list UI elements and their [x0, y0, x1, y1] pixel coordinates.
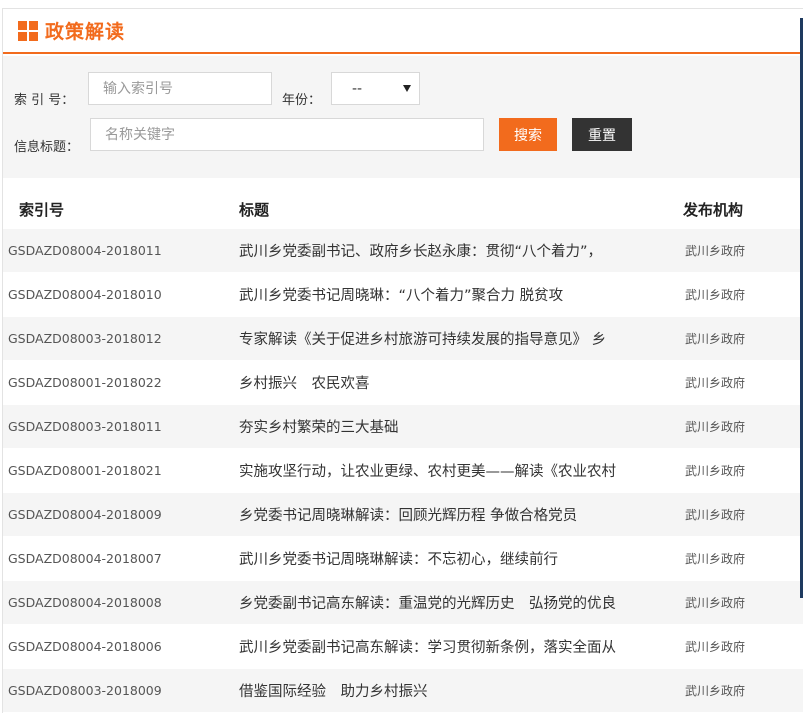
- column-header-title: 标题: [239, 200, 270, 219]
- row-title-link[interactable]: 武川乡党委书记周晓琳：“八个着力”聚合力 脱贫攻: [239, 284, 683, 305]
- row-org: 武川乡政府: [685, 596, 746, 610]
- row-title-link[interactable]: 实施攻坚行动，让农业更绿、农村更美——解读《农业农村: [239, 460, 683, 481]
- table-row[interactable]: GSDAZD08001-2018022 乡村振兴 农民欢喜 武川乡政府: [3, 361, 803, 405]
- row-index: GSDAZD08001-2018022: [8, 375, 162, 390]
- row-org: 武川乡政府: [685, 508, 746, 522]
- row-index: GSDAZD08004-2018007: [8, 551, 162, 566]
- row-title-link[interactable]: 武川乡党委副书记、政府乡长赵永康：贯彻“八个着力”，: [239, 240, 683, 261]
- row-title-link[interactable]: 专家解读《关于促进乡村旅游可持续发展的指导意见》 乡: [239, 328, 683, 349]
- row-title-link[interactable]: 夯实乡村繁荣的三大基础: [239, 416, 683, 437]
- reset-button[interactable]: 重置: [572, 118, 632, 151]
- row-title-link[interactable]: 乡党委书记周晓琳解读：回顾光辉历程 争做合格党员: [239, 504, 683, 525]
- row-index: GSDAZD08004-2018009: [8, 507, 162, 522]
- row-index: GSDAZD08004-2018006: [8, 639, 162, 654]
- grid-icon: [18, 20, 38, 41]
- table-row[interactable]: GSDAZD08001-2018021 实施攻坚行动，让农业更绿、农村更美——解读…: [3, 449, 803, 493]
- year-label: 年份：: [282, 93, 322, 108]
- row-org: 武川乡政府: [685, 332, 746, 346]
- table-row[interactable]: GSDAZD08004-2018009 乡党委书记周晓琳解读：回顾光辉历程 争做合…: [3, 493, 803, 537]
- row-title-link[interactable]: 乡村振兴 农民欢喜: [239, 372, 683, 393]
- table-row[interactable]: GSDAZD08004-2018011 武川乡党委副书记、政府乡长赵永康：贯彻“八…: [3, 229, 803, 273]
- year-select-value: --: [352, 80, 363, 97]
- row-index: GSDAZD08004-2018008: [8, 595, 162, 610]
- table-row[interactable]: GSDAZD08003-2018012 专家解读《关于促进乡村旅游可持续发展的指导…: [3, 317, 803, 361]
- year-select[interactable]: --: [331, 72, 420, 105]
- column-header-org: 发布机构: [683, 200, 744, 219]
- row-title-link[interactable]: 借鉴国际经验 助力乡村振兴: [239, 680, 683, 701]
- policy-panel: 政策解读 索 引 号： 年份： -- 信息标题： 搜索 重置 索引号 标题 发布…: [2, 8, 803, 713]
- title-keyword-input[interactable]: [90, 118, 484, 151]
- search-button[interactable]: 搜索: [499, 118, 557, 151]
- filter-form: 索 引 号： 年份： -- 信息标题： 搜索 重置: [3, 56, 803, 178]
- table-row[interactable]: GSDAZD08003-2018011 夯实乡村繁荣的三大基础 武川乡政府: [3, 405, 803, 449]
- row-index: GSDAZD08003-2018012: [8, 331, 162, 346]
- row-org: 武川乡政府: [685, 288, 746, 302]
- row-index: GSDAZD08004-2018010: [8, 287, 162, 302]
- row-org: 武川乡政府: [685, 420, 746, 434]
- row-index: GSDAZD08001-2018021: [8, 463, 162, 478]
- row-index: GSDAZD08003-2018011: [8, 419, 162, 434]
- table-row[interactable]: GSDAZD08004-2018008 乡党委副书记高东解读：重温党的光辉历史 弘…: [3, 581, 803, 625]
- page-title: 政策解读: [45, 21, 126, 43]
- table-row[interactable]: GSDAZD08004-2018007 武川乡党委书记周晓琳解读：不忘初心，继续前…: [3, 537, 803, 581]
- row-org: 武川乡政府: [685, 244, 746, 258]
- row-org: 武川乡政府: [685, 640, 746, 654]
- row-org: 武川乡政府: [685, 552, 746, 566]
- column-header-index: 索引号: [19, 200, 65, 219]
- table-row[interactable]: GSDAZD08003-2018009 借鉴国际经验 助力乡村振兴 武川乡政府: [3, 669, 803, 713]
- title-label: 信息标题：: [14, 140, 80, 155]
- row-org: 武川乡政府: [685, 464, 746, 478]
- row-title-link[interactable]: 武川乡党委书记周晓琳解读：不忘初心，继续前行: [239, 548, 683, 569]
- caret-down-icon: [403, 85, 411, 92]
- table-row[interactable]: GSDAZD08004-2018010 武川乡党委书记周晓琳：“八个着力”聚合力 …: [3, 273, 803, 317]
- row-title-link[interactable]: 乡党委副书记高东解读：重温党的光辉历史 弘扬党的优良: [239, 592, 683, 613]
- row-org: 武川乡政府: [685, 684, 746, 698]
- panel-header: 政策解读: [3, 9, 803, 54]
- table-row[interactable]: GSDAZD08004-2018006 武川乡党委副书记高东解读：学习贯彻新条例，…: [3, 625, 803, 669]
- index-label: 索 引 号：: [14, 93, 75, 108]
- row-org: 武川乡政府: [685, 376, 746, 390]
- row-index: GSDAZD08003-2018009: [8, 683, 162, 698]
- table-body: GSDAZD08004-2018011 武川乡党委副书记、政府乡长赵永康：贯彻“八…: [3, 229, 803, 713]
- row-title-link[interactable]: 武川乡党委副书记高东解读：学习贯彻新条例，落实全面从: [239, 636, 683, 657]
- index-input[interactable]: [88, 72, 272, 105]
- row-index: GSDAZD08004-2018011: [8, 243, 162, 258]
- results-table: 索引号 标题 发布机构 GSDAZD08004-2018011 武川乡党委副书记、…: [3, 189, 803, 713]
- table-header: 索引号 标题 发布机构: [3, 189, 803, 229]
